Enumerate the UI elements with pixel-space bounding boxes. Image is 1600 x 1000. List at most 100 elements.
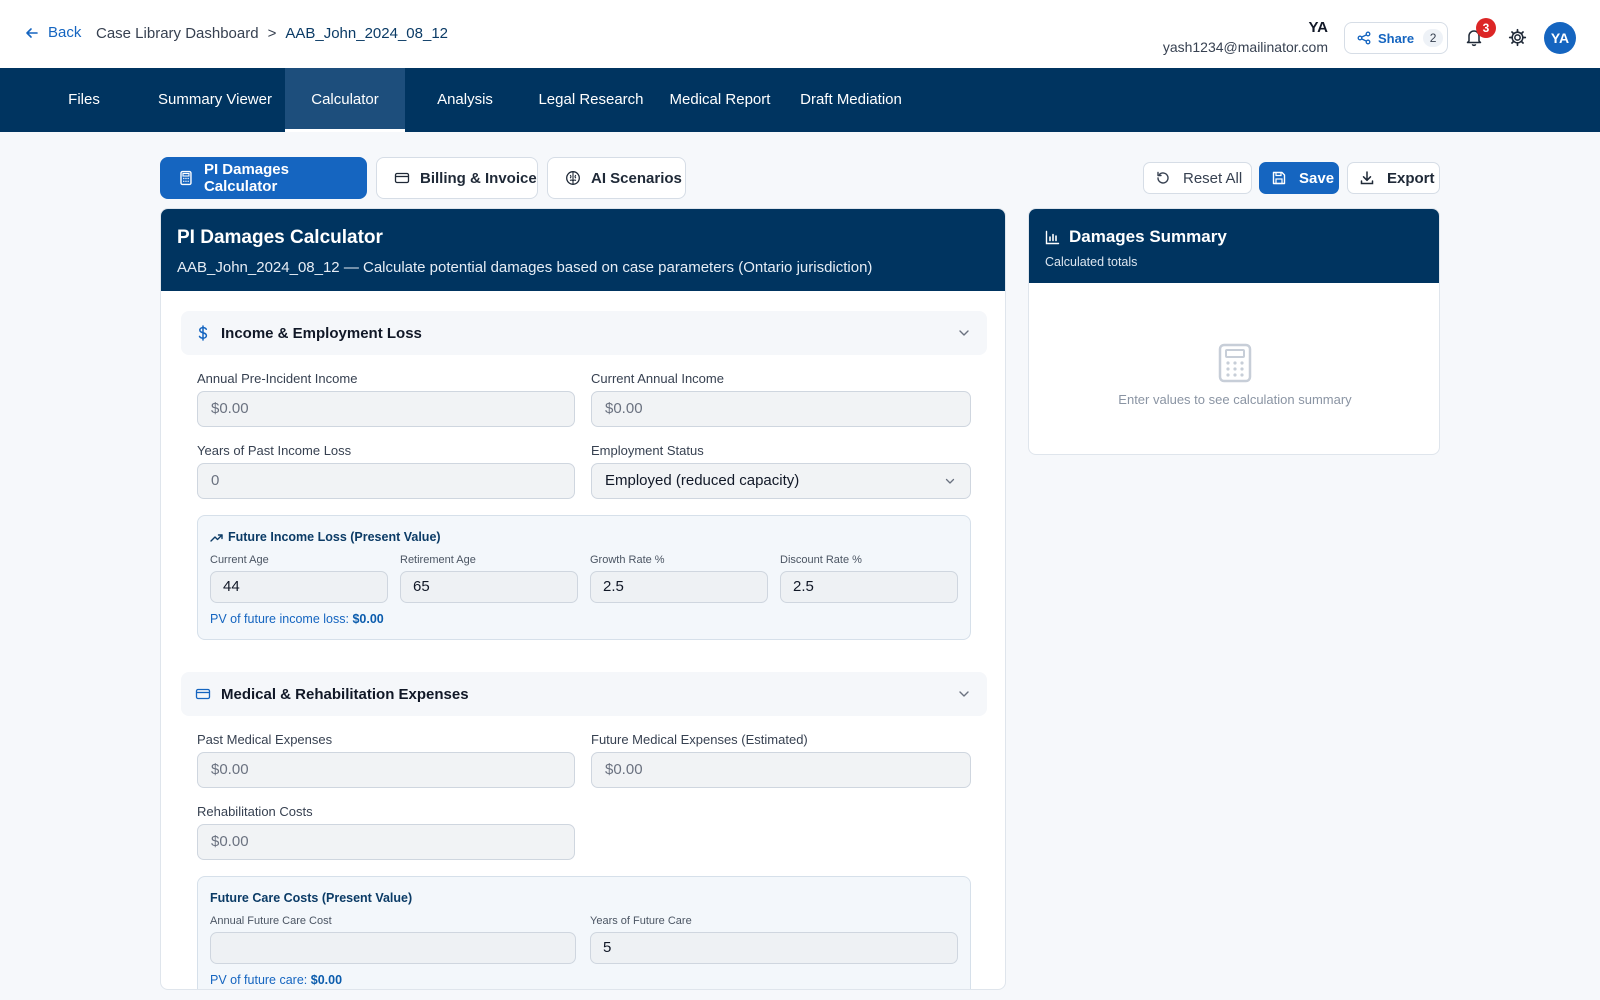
bar-chart-icon — [1045, 230, 1060, 244]
subtab-label: PI Damages Calculator — [203, 161, 289, 195]
subtab-label: AI Scenarios — [591, 169, 682, 187]
pv-future-income-label: PV of future income loss: — [210, 612, 349, 626]
breadcrumb-separator: > — [267, 25, 277, 42]
breadcrumb: Case Library Dashboard > AAB_John_2024_0… — [96, 25, 448, 42]
calculator-card: PI Damages Calculator AAB_John_2024_08_1… — [160, 208, 1006, 990]
pv-future-income-value: $0.00 — [352, 612, 384, 626]
tab-draft-mediation[interactable]: Draft Mediation — [795, 68, 907, 132]
share-label: Share — [1378, 30, 1415, 46]
chevron-down-icon — [945, 478, 955, 484]
subtab-ai-scenarios[interactable]: AI Scenarios — [547, 157, 686, 199]
user-initials: YA — [1308, 19, 1328, 36]
summary-title: Damages Summary — [1045, 227, 1439, 247]
pv-future-care: PV of future care: $0.00 — [210, 973, 342, 987]
summary-empty-text: Enter values to see calculation summary — [1118, 392, 1352, 407]
future-medical-input[interactable]: $0.00 — [591, 752, 971, 788]
employment-status-label: Employment Status — [591, 443, 704, 458]
medical-section-header[interactable]: Medical & Rehabilitation Expenses — [181, 672, 987, 716]
share-icon — [1357, 31, 1371, 45]
tab-files[interactable]: Files — [40, 68, 128, 132]
retirement-age-input[interactable]: 65 — [400, 571, 578, 603]
growth-rate-input[interactable]: 2.5 — [590, 571, 768, 603]
tab-calculator[interactable]: Calculator — [285, 68, 405, 132]
future-care-title: Future Care Costs (Present Value) — [210, 891, 413, 905]
breadcrumb-current: AAB_John_2024_08_12 — [285, 25, 449, 42]
employment-status-value: Employed (reduced capacity) — [605, 472, 800, 489]
pv-future-care-label: PV of future care: — [210, 973, 308, 987]
future-care-panel: Future Care Costs (Present Value) Annual… — [197, 876, 971, 989]
reset-all-label: Reset All — [1183, 169, 1243, 187]
save-label: Save — [1299, 169, 1335, 187]
income-section-title: Income & Employment Loss — [221, 324, 422, 342]
years-care-label: Years of Future Care — [590, 915, 692, 927]
income-section-header[interactable]: Income & Employment Loss — [181, 311, 987, 355]
employment-status-select[interactable]: Employed (reduced capacity) — [591, 463, 971, 499]
past-medical-label: Past Medical Expenses — [197, 732, 333, 747]
past-medical-input[interactable]: $0.00 — [197, 752, 575, 788]
calculator-title: PI Damages Calculator — [177, 227, 383, 248]
rehab-costs-label: Rehabilitation Costs — [197, 804, 313, 819]
notification-badge: 3 — [1476, 18, 1496, 38]
share-button[interactable]: Share 2 — [1344, 22, 1448, 54]
summary-title-text: Damages Summary — [1069, 227, 1227, 246]
share-count-badge: 2 — [1423, 29, 1444, 47]
top-header: Back Case Library Dashboard > AAB_John_2… — [0, 0, 1600, 68]
current-age-label: Current Age — [210, 554, 269, 566]
rehab-costs-input[interactable]: $0.00 — [197, 824, 575, 860]
subtab-billing-invoice[interactable]: Billing & Invoice — [376, 157, 538, 199]
medical-section-title: Medical & Rehabilitation Expenses — [221, 685, 469, 703]
pv-future-care-value: $0.00 — [310, 973, 343, 987]
arrow-left-icon — [26, 27, 38, 38]
trending-up-icon — [210, 533, 223, 542]
export-label: Export — [1387, 169, 1435, 187]
breadcrumb-parent[interactable]: Case Library Dashboard — [96, 25, 259, 42]
years-past-income-input[interactable]: 0 — [197, 463, 575, 499]
current-annual-income-label: Current Annual Income — [591, 371, 724, 386]
damages-summary-card: Damages Summary Calculated totals Enter … — [1028, 208, 1440, 455]
calculator-subtitle: AAB_John_2024_08_12 — Calculate potentia… — [177, 259, 873, 276]
future-income-title: Future Income Loss (Present Value) — [210, 530, 441, 544]
tab-summary-viewer[interactable]: Summary Viewer — [150, 68, 280, 132]
summary-header: Damages Summary Calculated totals — [1029, 209, 1439, 283]
summary-subtitle: Calculated totals — [1045, 255, 1138, 269]
back-label: Back — [48, 24, 82, 41]
export-button[interactable]: Export — [1347, 162, 1440, 194]
future-income-title-text: Future Income Loss (Present Value) — [228, 530, 441, 544]
save-icon — [1272, 171, 1286, 185]
gear-icon[interactable] — [1508, 28, 1527, 47]
annual-pre-income-label: Annual Pre-Incident Income — [197, 371, 358, 386]
discount-rate-input[interactable]: 2.5 — [780, 571, 958, 603]
subtab-pi-damages-calculator[interactable]: PI Damages Calculator — [160, 157, 367, 199]
chevron-down-icon — [959, 330, 969, 336]
pv-future-income: PV of future income loss: $0.00 — [210, 612, 384, 626]
rotate-ccw-icon — [1157, 171, 1169, 184]
user-email: yash1234@mailinator.com — [1162, 39, 1328, 55]
calculator-icon — [180, 170, 192, 186]
reset-all-button[interactable]: Reset All — [1143, 162, 1252, 194]
discount-rate-label: Discount Rate % — [780, 554, 862, 566]
back-button[interactable]: Back — [24, 24, 81, 41]
save-button[interactable]: Save — [1259, 162, 1339, 194]
annual-care-cost-input[interactable] — [210, 932, 576, 964]
current-annual-income-input[interactable]: $0.00 — [591, 391, 971, 427]
years-care-input[interactable]: 5 — [590, 932, 958, 964]
future-income-panel: Future Income Loss (Present Value) Curre… — [197, 515, 971, 640]
user-info: YA yash1234@mailinator.com — [1163, 19, 1328, 57]
chevron-down-icon — [959, 691, 969, 697]
retirement-age-label: Retirement Age — [400, 554, 476, 566]
main-nav: Files Summary Viewer Calculator Analysis… — [0, 68, 1600, 132]
tab-medical-report[interactable]: Medical Report — [665, 68, 775, 132]
annual-care-cost-label: Annual Future Care Cost — [210, 915, 332, 927]
calculator-header: PI Damages Calculator AAB_John_2024_08_1… — [161, 209, 1005, 291]
calculator-icon — [1218, 343, 1252, 383]
tab-analysis[interactable]: Analysis — [420, 68, 510, 132]
annual-pre-income-input[interactable]: $0.00 — [197, 391, 575, 427]
brain-icon — [566, 171, 580, 185]
credit-card-icon — [394, 172, 410, 184]
avatar[interactable]: YA — [1544, 22, 1576, 54]
current-age-input[interactable]: 44 — [210, 571, 388, 603]
dollar-icon — [198, 325, 208, 341]
tab-legal-research[interactable]: Legal Research — [530, 68, 652, 132]
years-past-income-label: Years of Past Income Loss — [197, 443, 352, 458]
future-medical-label: Future Medical Expenses (Estimated) — [591, 732, 808, 747]
